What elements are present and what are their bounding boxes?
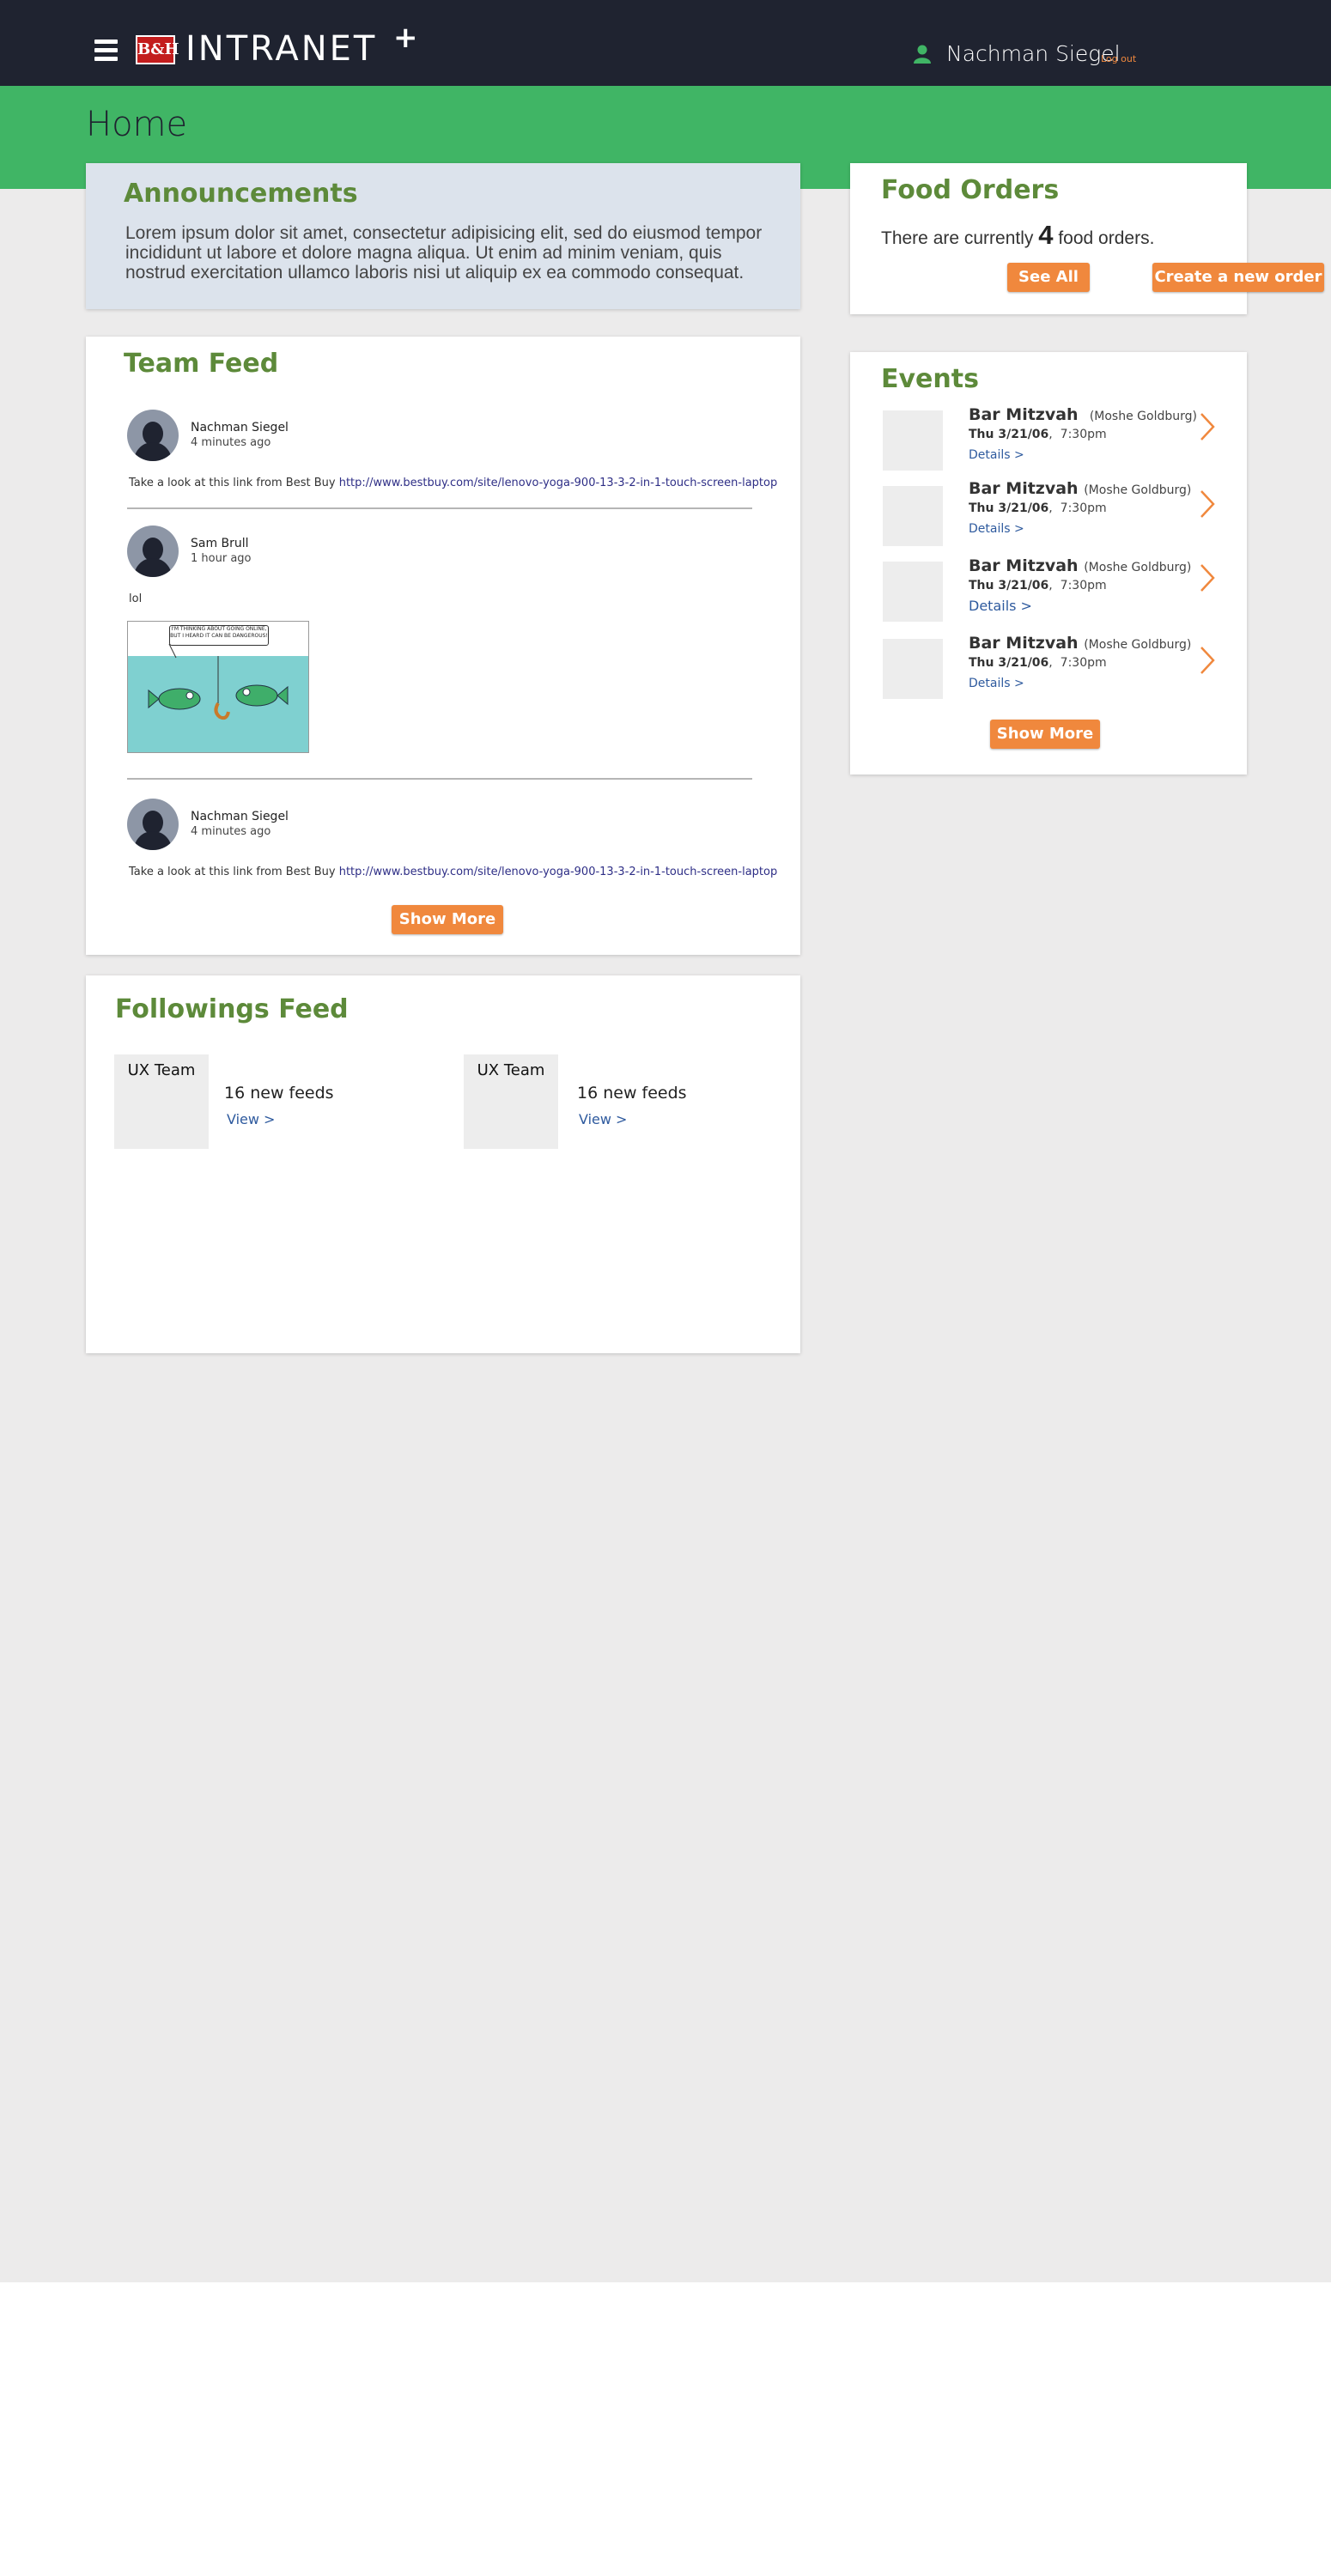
post-message: lol bbox=[129, 592, 143, 605]
events-show-more-button[interactable]: Show More bbox=[990, 720, 1100, 749]
event-title[interactable]: Bar Mitzvah (Moshe Goldburg) bbox=[969, 479, 1191, 498]
event-host: (Moshe Goldburg) bbox=[1084, 638, 1192, 652]
event-date: Thu 3/21/06 bbox=[969, 579, 1049, 592]
announcements-title: Announcements bbox=[124, 179, 358, 209]
user-name[interactable]: Nachman Siegel bbox=[946, 41, 1121, 66]
food-orders-title: Food Orders bbox=[881, 175, 1060, 205]
page-title: Home bbox=[86, 105, 188, 144]
avatar[interactable] bbox=[127, 526, 179, 577]
post-time: 1 hour ago bbox=[191, 552, 252, 565]
team-feed-card: Team Feed Nachman Siegel 4 minutes ago T… bbox=[86, 337, 800, 955]
event-details-link[interactable]: Details > bbox=[969, 448, 1024, 462]
events-card: Events Bar Mitzvah (Moshe Goldburg) Thu … bbox=[850, 352, 1247, 775]
event-time: 7:30pm bbox=[1060, 579, 1107, 592]
post-author[interactable]: Nachman Siegel bbox=[191, 421, 289, 434]
event-date: Thu 3/21/06 bbox=[969, 656, 1049, 670]
event-details-link[interactable]: Details > bbox=[969, 598, 1032, 614]
event-title[interactable]: Bar Mitzvah (Moshe Goldburg) bbox=[969, 556, 1191, 575]
logout-link[interactable]: Log out bbox=[1101, 53, 1136, 64]
event-host: (Moshe Goldburg) bbox=[1089, 410, 1197, 423]
post-author[interactable]: Sam Brull bbox=[191, 537, 249, 550]
avatar[interactable] bbox=[127, 799, 179, 850]
post-time: 4 minutes ago bbox=[191, 825, 271, 838]
team-tile[interactable]: UX Team bbox=[114, 1054, 209, 1149]
food-orders-summary: There are currently 4 food orders. bbox=[881, 220, 1154, 251]
post-divider bbox=[127, 507, 752, 509]
event-time: 7:30pm bbox=[1060, 428, 1107, 441]
event-title[interactable]: Bar Mitzvah (Moshe Goldburg) bbox=[969, 405, 1197, 424]
user-icon bbox=[914, 45, 931, 64]
event-name: Bar Mitzvah bbox=[969, 405, 1079, 424]
fish-illustration bbox=[148, 643, 289, 720]
post-text: Take a look at this link from Best Buy h… bbox=[129, 477, 777, 489]
event-datetime: Thu 3/21/06, 7:30pm bbox=[969, 579, 1107, 592]
team-feed-show-more-button[interactable]: Show More bbox=[392, 905, 503, 934]
event-datetime: Thu 3/21/06, 7:30pm bbox=[969, 428, 1107, 441]
event-date: Thu 3/21/06 bbox=[969, 428, 1049, 441]
post-message: Take a look at this link from Best Buy bbox=[129, 866, 336, 878]
event-details-link[interactable]: Details > bbox=[969, 677, 1024, 690]
bh-logo[interactable]: B&H bbox=[136, 35, 179, 64]
event-time: 7:30pm bbox=[1060, 656, 1107, 670]
brand-name[interactable]: INTRANET bbox=[185, 29, 377, 69]
food-orders-suffix: food orders. bbox=[1058, 228, 1155, 248]
post-link[interactable]: http://www.bestbuy.com/site/lenovo-yoga-… bbox=[339, 477, 778, 489]
event-title[interactable]: Bar Mitzvah (Moshe Goldburg) bbox=[969, 634, 1191, 653]
new-feeds-count: 16 new feeds bbox=[577, 1084, 687, 1103]
hamburger-menu-icon[interactable] bbox=[94, 39, 118, 62]
top-navigation-bar: B&H INTRANET + Nachman Siegel Log out bbox=[0, 0, 1331, 86]
view-link[interactable]: View > bbox=[579, 1111, 627, 1127]
chevron-right-icon[interactable] bbox=[1199, 646, 1216, 675]
event-host: (Moshe Goldburg) bbox=[1084, 561, 1192, 574]
view-link[interactable]: View > bbox=[227, 1111, 275, 1127]
create-order-button[interactable]: Create a new order bbox=[1152, 263, 1324, 292]
food-orders-prefix: There are currently bbox=[881, 228, 1034, 248]
event-host: (Moshe Goldburg) bbox=[1084, 483, 1192, 497]
post-divider bbox=[127, 778, 752, 780]
event-details-link[interactable]: Details > bbox=[969, 522, 1024, 536]
team-feed-title: Team Feed bbox=[124, 349, 279, 379]
chevron-right-icon[interactable] bbox=[1199, 489, 1216, 519]
event-name: Bar Mitzvah bbox=[969, 556, 1079, 575]
post-message: Take a look at this link from Best Buy bbox=[129, 477, 336, 489]
event-name: Bar Mitzvah bbox=[969, 479, 1079, 498]
announcements-card: Announcements Lorem ipsum dolor sit amet… bbox=[86, 163, 800, 309]
followings-feed-title: Followings Feed bbox=[115, 994, 349, 1024]
event-thumbnail[interactable] bbox=[883, 410, 943, 471]
event-time: 7:30pm bbox=[1060, 501, 1107, 515]
post-time: 4 minutes ago bbox=[191, 436, 271, 449]
events-title: Events bbox=[881, 364, 979, 394]
event-name: Bar Mitzvah bbox=[969, 634, 1079, 653]
see-all-button[interactable]: See All bbox=[1007, 263, 1090, 292]
team-tile[interactable]: UX Team bbox=[464, 1054, 558, 1149]
announcement-text: Lorem ipsum dolor sit amet, consectetur … bbox=[125, 223, 763, 283]
event-date: Thu 3/21/06 bbox=[969, 501, 1049, 515]
event-datetime: Thu 3/21/06, 7:30pm bbox=[969, 656, 1107, 670]
post-author[interactable]: Nachman Siegel bbox=[191, 810, 289, 823]
post-text: Take a look at this link from Best Buy h… bbox=[129, 866, 777, 878]
followings-feed-card: Followings Feed UX Team 16 new feeds Vie… bbox=[86, 975, 800, 1353]
event-thumbnail[interactable] bbox=[883, 486, 943, 546]
chevron-right-icon[interactable] bbox=[1199, 563, 1216, 592]
brand-plus-icon: + bbox=[393, 21, 418, 55]
food-orders-count: 4 bbox=[1038, 220, 1054, 250]
post-link[interactable]: http://www.bestbuy.com/site/lenovo-yoga-… bbox=[339, 866, 778, 878]
team-name: UX Team bbox=[127, 1061, 196, 1079]
avatar[interactable] bbox=[127, 410, 179, 461]
event-thumbnail[interactable] bbox=[883, 562, 943, 622]
event-thumbnail[interactable] bbox=[883, 639, 943, 699]
team-name: UX Team bbox=[477, 1061, 545, 1079]
chevron-right-icon[interactable] bbox=[1199, 412, 1216, 441]
event-datetime: Thu 3/21/06, 7:30pm bbox=[969, 501, 1107, 515]
comic-image[interactable]: I'M THINKING ABOUT GOING ONLINE, BUT I H… bbox=[127, 621, 309, 753]
new-feeds-count: 16 new feeds bbox=[224, 1084, 334, 1103]
